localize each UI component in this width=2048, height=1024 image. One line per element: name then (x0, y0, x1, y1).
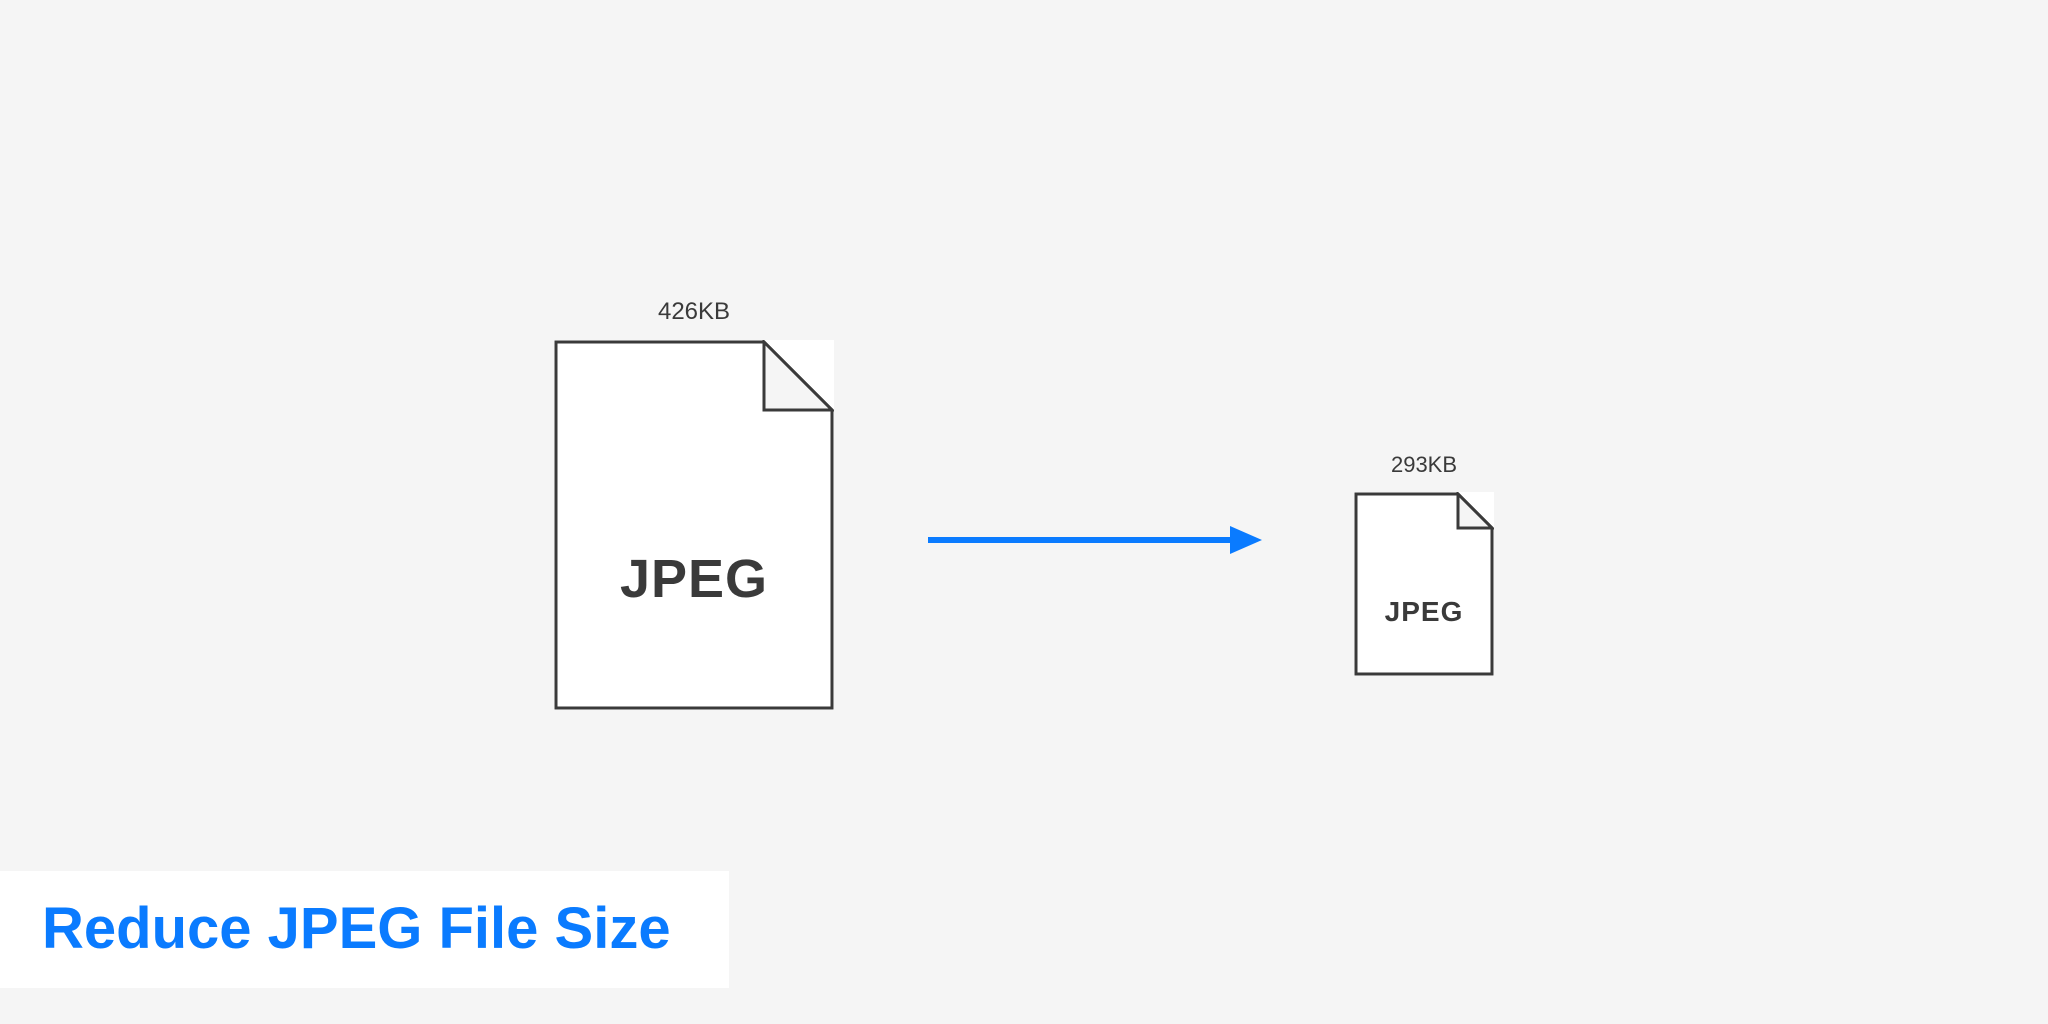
arrow-right-icon (924, 520, 1264, 560)
jpeg-file-icon: JPEG (554, 340, 834, 710)
result-file-format-label: JPEG (1354, 596, 1494, 628)
source-file-format-label: JPEG (554, 548, 834, 610)
caption-title: Reduce JPEG File Size (42, 895, 671, 962)
jpeg-file-icon: JPEG (1354, 492, 1494, 676)
result-file-block: 293KB JPEG (1354, 452, 1494, 676)
file-document-icon (1354, 492, 1494, 676)
result-file-size-label: 293KB (1391, 452, 1457, 478)
arrow-block (924, 520, 1264, 565)
file-document-icon (554, 340, 834, 710)
caption-box: Reduce JPEG File Size (0, 871, 729, 988)
source-file-block: 426KB JPEG (554, 298, 834, 710)
source-file-size-label: 426KB (658, 298, 730, 326)
